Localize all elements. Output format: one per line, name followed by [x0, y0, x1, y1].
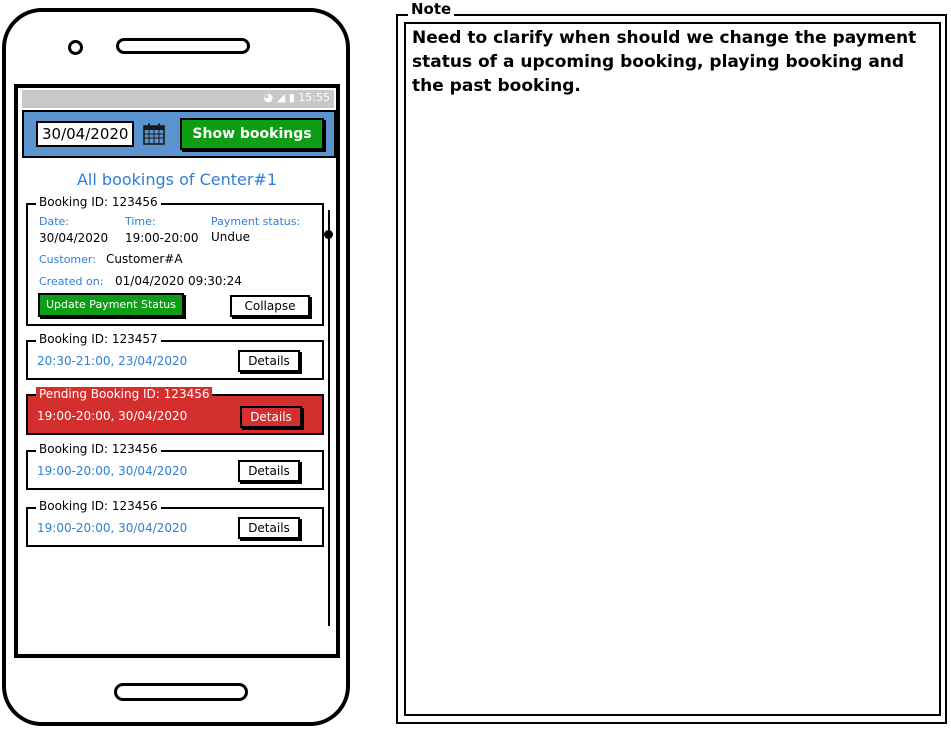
pending-booking-legend: Pending Booking ID: 123456 — [36, 387, 213, 401]
details-button[interactable]: Details — [238, 460, 300, 482]
booking-summary: 19:00-20:00, 30/04/2020 — [37, 464, 188, 478]
booking-card: Booking ID: 123456 19:00-20:00, 30/04/20… — [26, 499, 324, 547]
customer-value: Customer#A — [106, 252, 183, 266]
booking-id-legend: Booking ID: 123456 — [36, 195, 161, 209]
scrollbar-track[interactable] — [328, 210, 330, 626]
show-bookings-button[interactable]: Show bookings — [180, 118, 324, 150]
created-on-label: Created on: — [39, 275, 104, 288]
time-value: 19:00-20:00 — [125, 231, 199, 245]
home-button[interactable] — [114, 683, 248, 701]
note-title: Note — [408, 0, 455, 18]
scrollbar-thumb[interactable] — [324, 230, 333, 239]
note-box — [404, 22, 941, 716]
status-bar: ◕ ◢ ▮ 15:55 — [22, 90, 334, 108]
details-button[interactable]: Details — [238, 350, 300, 372]
booking-card: Booking ID: 123456 19:00-20:00, 30/04/20… — [26, 442, 324, 490]
booking-card-expanded: Booking ID: 123456 Date: 30/04/2020 Time… — [26, 195, 324, 326]
camera-icon — [68, 40, 83, 55]
collapse-button[interactable]: Collapse — [230, 295, 310, 317]
customer-label: Customer: — [39, 253, 96, 266]
note-text: Need to clarify when should we change th… — [412, 28, 917, 96]
signal-icon: ◢ — [276, 91, 286, 104]
payment-status-label: Payment status: — [211, 215, 301, 228]
booking-card: Booking ID: 123457 20:30-21:00, 23/04/20… — [26, 332, 324, 380]
wifi-icon: ◕ — [263, 91, 274, 104]
battery-icon: ▮ — [288, 91, 295, 104]
time-label: Time: — [125, 215, 156, 228]
date-input[interactable]: 30/04/2020 — [36, 121, 134, 147]
speaker-grille — [116, 38, 250, 54]
booking-summary: 20:30-21:00, 23/04/2020 — [37, 354, 188, 368]
calendar-icon[interactable] — [143, 123, 165, 145]
list-title: All bookings of Center#1 — [76, 170, 278, 189]
booking-id-legend: Booking ID: 123456 — [36, 442, 161, 456]
booking-summary: 19:00-20:00, 30/04/2020 — [37, 521, 188, 535]
date-label: Date: — [39, 215, 69, 228]
details-button[interactable]: Details — [238, 517, 300, 539]
booking-id-legend: Booking ID: 123457 — [36, 332, 161, 346]
update-payment-status-button[interactable]: Update Payment Status — [38, 293, 184, 317]
details-button[interactable]: Details — [240, 406, 302, 428]
status-time: 15:55 — [298, 91, 330, 104]
booking-id-legend: Booking ID: 123456 — [36, 499, 161, 513]
status-icons: ◕ ◢ ▮ 15:55 — [264, 91, 330, 104]
pending-booking-card: Pending Booking ID: 123456 19:00-20:00, … — [26, 387, 324, 435]
booking-summary: 19:00-20:00, 30/04/2020 — [37, 409, 188, 423]
payment-status-value: Undue — [211, 230, 250, 244]
date-value: 30/04/2020 — [39, 231, 109, 245]
created-on-value: 01/04/2020 09:30:24 — [115, 274, 242, 288]
